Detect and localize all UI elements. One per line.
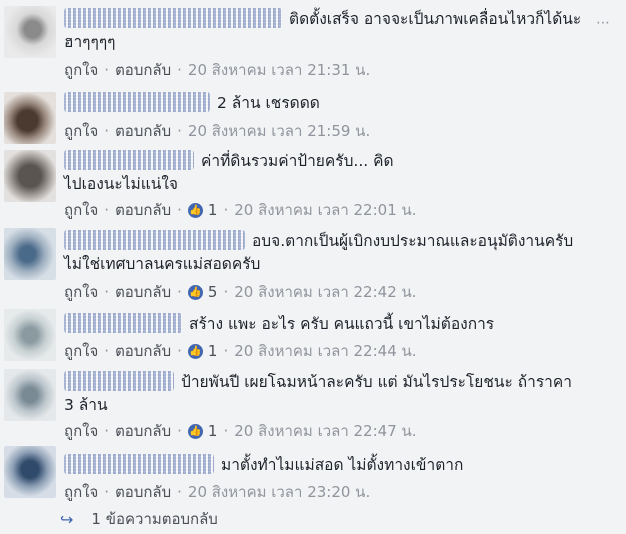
separator: ·	[223, 201, 229, 219]
view-replies-label[interactable]: 1 ข้อความตอบกลับ	[91, 507, 217, 531]
avatar[interactable]	[4, 6, 56, 58]
separator: ·	[104, 201, 110, 219]
like-reaction-icon[interactable]: 👍	[187, 284, 203, 300]
separator: ·	[177, 61, 182, 79]
separator: ·	[104, 422, 110, 440]
separator: ·	[177, 122, 182, 140]
separator: ·	[104, 283, 110, 301]
timestamp[interactable]: 20 สิงหาคม เวลา 22:42 น.	[234, 280, 416, 304]
separator: ·	[177, 422, 182, 440]
like-reaction-icon[interactable]: 👍	[187, 202, 203, 218]
separator: ·	[177, 342, 182, 360]
timestamp[interactable]: 20 สิงหาคม เวลา 22:01 น.	[234, 198, 416, 222]
separator: ·	[177, 201, 182, 219]
options-icon[interactable]: ⋯	[596, 16, 610, 30]
avatar[interactable]	[4, 369, 56, 421]
separator: ·	[104, 483, 110, 501]
comment-actions: ถูกใจ · ตอบกลับ · 👍 1 · 20 สิงหาคม เวลา …	[64, 341, 417, 361]
avatar[interactable]	[4, 309, 56, 361]
reply-button[interactable]: ตอบกลับ	[115, 339, 171, 363]
like-reaction-icon[interactable]: 👍	[187, 423, 203, 439]
comment-text: ติดตั้งเสร็จ อาจจะเป็นภาพเคลื่อนไหวก็ได้…	[64, 10, 582, 51]
comment-actions: ถูกใจ · ตอบกลับ · 20 สิงหาคม เวลา 21:59 …	[64, 121, 370, 141]
comment-actions: ถูกใจ · ตอบกลับ · 20 สิงหาคม เวลา 21:31 …	[64, 60, 370, 80]
comment-text: อบจ.ตากเป็นผู้เบิกงบประมาณและอนุมัติงานค…	[64, 232, 574, 273]
timestamp[interactable]: 20 สิงหาคม เวลา 22:44 น.	[234, 339, 416, 363]
timestamp[interactable]: 20 สิงหาคม เวลา 22:47 น.	[234, 419, 416, 443]
avatar[interactable]	[4, 446, 56, 498]
like-count[interactable]: 1	[208, 201, 218, 219]
like-button[interactable]: ถูกใจ	[64, 119, 98, 143]
avatar[interactable]	[4, 228, 56, 280]
comment-text: 2 ล้าน เชรดดด	[217, 94, 320, 112]
like-button[interactable]: ถูกใจ	[64, 58, 98, 82]
reply-button[interactable]: ตอบกลับ	[115, 419, 171, 443]
comment-actions: ถูกใจ · ตอบกลับ · 20 สิงหาคม เวลา 23:20 …	[64, 482, 370, 502]
reply-button[interactable]: ตอบกลับ	[115, 480, 171, 504]
reply-button[interactable]: ตอบกลับ	[115, 119, 171, 143]
like-count[interactable]: 1	[208, 342, 218, 360]
reply-arrow-icon: ↪	[60, 509, 74, 529]
separator: ·	[104, 342, 110, 360]
separator: ·	[223, 422, 229, 440]
separator: ·	[223, 342, 229, 360]
reply-button[interactable]: ตอบกลับ	[115, 280, 171, 304]
like-button[interactable]: ถูกใจ	[64, 280, 98, 304]
separator: ·	[177, 483, 182, 501]
separator: ·	[104, 122, 110, 140]
reply-button[interactable]: ตอบกลับ	[115, 198, 171, 222]
comment-actions: ถูกใจ · ตอบกลับ · 👍 1 · 20 สิงหาคม เวลา …	[64, 200, 417, 220]
like-count[interactable]: 5	[208, 283, 218, 301]
like-count[interactable]: 1	[208, 422, 218, 440]
comment-actions: ถูกใจ · ตอบกลับ · 👍 1 · 20 สิงหาคม เวลา …	[64, 421, 417, 441]
avatar[interactable]	[4, 150, 56, 202]
avatar[interactable]	[4, 92, 56, 144]
timestamp[interactable]: 20 สิงหาคม เวลา 23:20 น.	[188, 480, 370, 504]
like-button[interactable]: ถูกใจ	[64, 339, 98, 363]
comment-text: มาตั้งทำไมแม่สอด ไม่ตั้งทางเข้าตาก	[221, 456, 464, 474]
separator: ·	[223, 283, 229, 301]
timestamp[interactable]: 20 สิงหาคม เวลา 21:59 น.	[188, 119, 370, 143]
reply-button[interactable]: ตอบกลับ	[115, 58, 171, 82]
separator: ·	[104, 61, 110, 79]
comment-text: ป้ายพันปี เผยโฉมหน้าละครับ แต่ มันไรประโ…	[64, 373, 572, 414]
like-reaction-icon[interactable]: 👍	[187, 343, 203, 359]
like-button[interactable]: ถูกใจ	[64, 419, 98, 443]
separator: ·	[177, 283, 182, 301]
comment-actions: ถูกใจ · ตอบกลับ · 👍 5 · 20 สิงหาคม เวลา …	[64, 282, 417, 302]
like-button[interactable]: ถูกใจ	[64, 480, 98, 504]
timestamp[interactable]: 20 สิงหาคม เวลา 21:31 น.	[188, 58, 370, 82]
view-replies-link[interactable]: ↪ 1 ข้อความตอบกลับ	[60, 507, 218, 531]
comment-text: สร้าง แพะ อะไร ครับ คนแถวนี้ เขาไม่ต้องก…	[189, 315, 495, 333]
comment-text: ค่าที่ดินรวมค่าป้ายครับ... คิดไปเองนะไม่…	[64, 152, 394, 193]
like-button[interactable]: ถูกใจ	[64, 198, 98, 222]
